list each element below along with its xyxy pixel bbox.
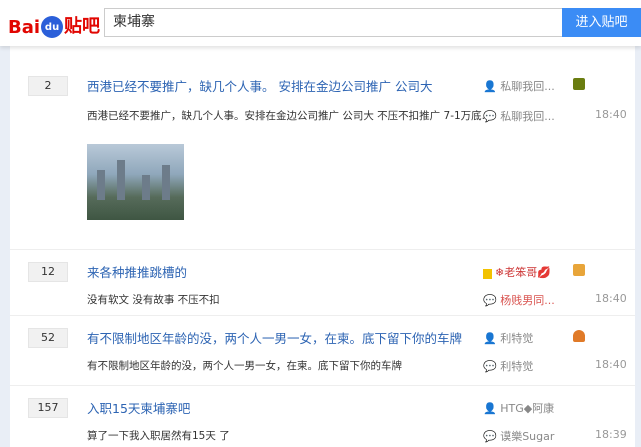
last-replier[interactable]: 💬 谟樂Sugar: [483, 428, 554, 444]
author-name[interactable]: HTG◆阿康: [500, 402, 554, 415]
last-replier[interactable]: 💬 私聊我回...: [483, 108, 555, 124]
thread-row: 12 来各种推推跳槽的 没有软文 没有故事 不压不扣 ■ ❄老笨哥💋 💬 杨贱男…: [10, 250, 635, 316]
reply-time: 18:39: [595, 428, 627, 441]
reply-time: 18:40: [595, 292, 627, 305]
author[interactable]: 👤 HTG◆阿康: [483, 400, 554, 416]
reply-count: 52: [28, 328, 68, 348]
enter-tieba-button[interactable]: 进入贴吧: [562, 8, 641, 37]
last-replier-name[interactable]: 利特觉: [500, 360, 533, 373]
thread-title[interactable]: 有不限制地区年龄的没，两个人一男一女，在柬。底下留下你的车牌: [87, 328, 462, 347]
baidu-tieba-logo[interactable]: Bai du 贴吧: [8, 8, 100, 38]
reply-count: 157: [28, 398, 68, 418]
author-name[interactable]: 利特觉: [500, 332, 533, 345]
author[interactable]: 👤 私聊我回...: [483, 78, 555, 94]
thread-list: 2 西港已经不要推广，缺几个人事。 安排在金边公司推广 公司大 西港已经不要推广…: [10, 46, 635, 447]
reply-time: 18:40: [595, 358, 627, 371]
last-replier[interactable]: 💬 利特觉: [483, 358, 533, 374]
search-input[interactable]: 柬埔寨: [104, 8, 562, 37]
thread-image[interactable]: [87, 144, 184, 220]
thread-row: 2 西港已经不要推广，缺几个人事。 安排在金边公司推广 公司大 西港已经不要推广…: [10, 64, 635, 250]
last-replier-name[interactable]: 谟樂Sugar: [500, 430, 554, 443]
author-name[interactable]: 私聊我回...: [500, 80, 555, 93]
thread-abstract: 算了一下我入职居然有15天 了: [87, 430, 230, 442]
last-replier[interactable]: 💬 杨贱男同...: [483, 292, 555, 308]
thread-abstract: 没有软文 没有故事 不压不扣: [87, 294, 220, 306]
header: Bai du 贴吧 柬埔寨 进入贴吧: [0, 0, 641, 46]
reply-count: 2: [28, 76, 68, 96]
member-badge-icon: [573, 330, 585, 342]
thread-row: 157 入职15天柬埔寨吧 算了一下我入职居然有15天 了 👤 HTG◆阿康 💬…: [10, 386, 635, 447]
thread-row: 52 有不限制地区年龄的没，两个人一男一女，在柬。底下留下你的车牌 有不限制地区…: [10, 316, 635, 386]
author[interactable]: 👤 利特觉: [483, 330, 533, 346]
thread-abstract: 有不限制地区年龄的没，两个人一男一女，在柬。底下留下你的车牌: [87, 360, 402, 372]
last-replier-name[interactable]: 私聊我回...: [500, 110, 555, 123]
reply-count: 12: [28, 262, 68, 282]
thread-title[interactable]: 西港已经不要推广，缺几个人事。 安排在金边公司推广 公司大: [87, 76, 432, 95]
thread-title[interactable]: 入职15天柬埔寨吧: [87, 398, 190, 417]
reply-time: 18:40: [595, 108, 627, 121]
thread-abstract: 西港已经不要推广，缺几个人事。安排在金边公司推广 公司大 不压不扣推广 7-1万…: [87, 110, 492, 122]
author-name[interactable]: 老笨哥: [504, 266, 537, 279]
author[interactable]: ■ ❄老笨哥💋: [483, 264, 551, 280]
last-replier-name[interactable]: 杨贱男同...: [500, 294, 555, 307]
member-badge-icon: [573, 264, 585, 276]
thread-title[interactable]: 来各种推推跳槽的: [87, 262, 187, 281]
member-badge-icon: [573, 78, 585, 90]
